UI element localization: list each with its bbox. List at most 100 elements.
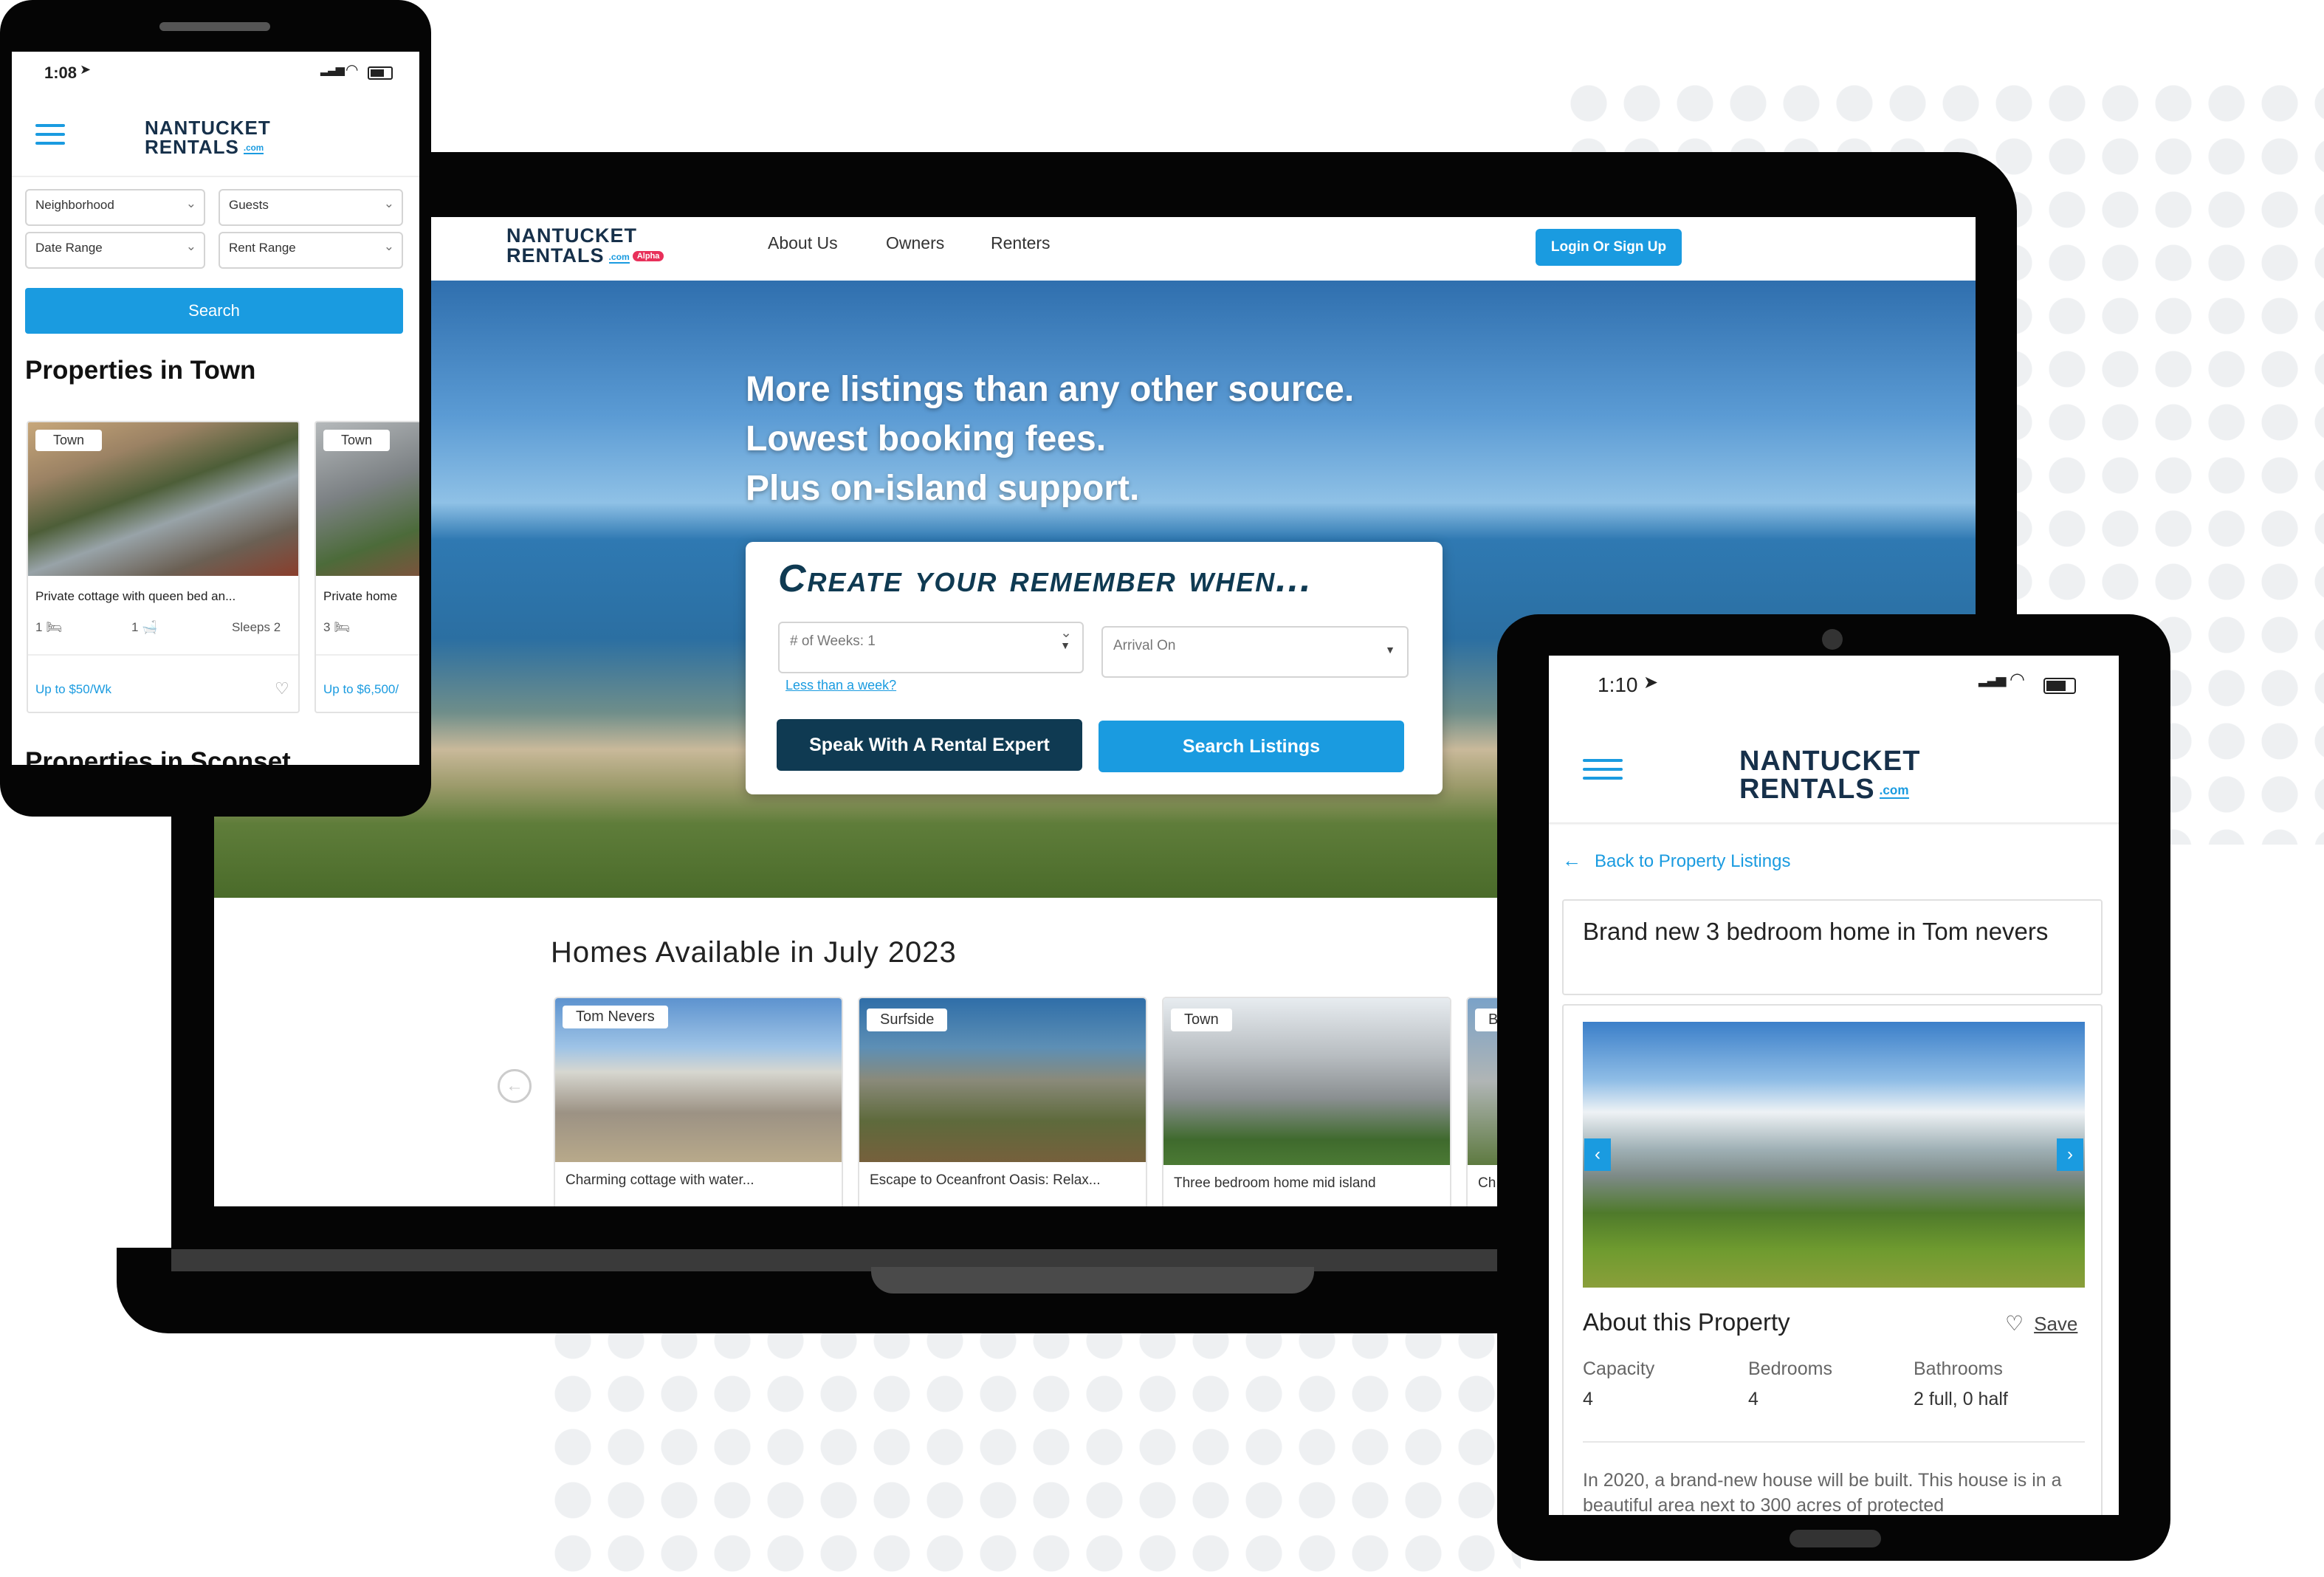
tablet-camera [1822, 629, 1843, 650]
home-card[interactable]: Tom Nevers Charming cottage with water..… [554, 997, 843, 1206]
speak-expert-button[interactable]: Speak With A Rental Expert [777, 719, 1082, 771]
tablet-logo: NANTUCKET RENTALS .com [1739, 747, 1920, 803]
hero-line1: More listings than any other source. [746, 370, 1355, 409]
weeks-select[interactable]: # of Weeks: 1 ▼ [778, 622, 1084, 673]
property-title: Brand new 3 bedroom home in Tom nevers [1583, 918, 2049, 945]
location-arrow-icon: ➤ [1643, 673, 1659, 693]
beds-count: 3 🛏 [323, 620, 350, 635]
date-range-select[interactable]: Date Range ⌄ [25, 232, 205, 269]
property-description: In 2020, a brand-new house will be built… [1583, 1470, 2062, 1515]
stat-label: Bathrooms [1914, 1358, 2003, 1379]
hero-line2: Lowest booking fees. [746, 419, 1107, 458]
bed-icon: 🛏 [334, 620, 350, 634]
beds-count: 1 🛏 [35, 620, 62, 635]
phone-search-button[interactable]: Search [25, 288, 403, 334]
beds-value: 1 [35, 620, 43, 634]
wifi-icon: ◠ [345, 62, 359, 78]
guests-label: Guests [229, 198, 269, 212]
property-title: Private cottage with queen bed an... [35, 589, 236, 603]
phone-time: 1:08 [44, 63, 78, 82]
logo-line2: RENTALS [1739, 774, 1875, 805]
login-button[interactable]: Login Or Sign Up [1536, 229, 1682, 266]
battery-icon [368, 66, 393, 80]
price: Up to $50/Wk [35, 682, 111, 696]
nav-renters[interactable]: Renters [991, 233, 1051, 253]
less-than-week-link[interactable]: Less than a week? [785, 678, 896, 693]
date-range-label: Date Range [35, 241, 103, 255]
caret-down-icon: ▼ [1060, 639, 1070, 651]
property-card[interactable]: Town Private cottage with queen bed an..… [27, 421, 300, 713]
logo-com: .com [1879, 783, 1909, 800]
arrival-select[interactable]: Arrival On ▼ [1101, 626, 1409, 678]
stat-value: 4 [1583, 1389, 1593, 1409]
bath-icon: 🛁 [142, 620, 158, 634]
neighborhood-select[interactable]: Neighborhood ⌄ [25, 189, 205, 226]
phone-speaker [159, 22, 270, 31]
home-tag: Surfside [867, 1009, 948, 1031]
home-card[interactable]: Town Three bedroom home mid island [1162, 997, 1451, 1206]
price: Up to $6,500/ [323, 682, 399, 696]
search-listings-button[interactable]: Search Listings [1099, 721, 1404, 772]
back-link[interactable]: ← Back to Property Listings [1562, 849, 1790, 872]
chevron-down-icon: ⌄ [383, 239, 394, 253]
logo-line2: RENTALS [506, 244, 605, 267]
property-card[interactable]: Town Private home 3 🛏 Up to $6,500/ [314, 421, 419, 713]
logo-line2-row: RENTALS .com [145, 137, 271, 157]
stat-bathrooms: Bathrooms 2 full, 0 half [1914, 1358, 2008, 1410]
chevron-right-icon[interactable]: › [2057, 1138, 2083, 1171]
chevron-left-icon[interactable]: ← [498, 1069, 532, 1103]
logo-line1: NANTUCKET [145, 117, 271, 139]
phone-screen: 1:08 ➤ ▂▃▅ ◠ NANTUCKET RENTALS .com Neigh… [12, 52, 419, 765]
location-arrow-icon: ➤ [80, 62, 92, 77]
home-title: Escape to Oceanfront Oasis: Relax... [870, 1172, 1101, 1188]
stat-capacity: Capacity 4 [1583, 1358, 1654, 1410]
chevron-left-icon[interactable]: ‹ [1584, 1138, 1611, 1171]
search-box: Create your remember when... # of Weeks:… [746, 542, 1443, 794]
beds-value: 3 [323, 620, 331, 634]
home-title: Ch [1478, 1175, 1496, 1191]
nav-owners[interactable]: Owners [886, 233, 944, 253]
hero-heading: More listings than any other source. Low… [746, 365, 1354, 513]
homes-heading: Homes Available in July 2023 [551, 936, 957, 969]
save-button[interactable]: ♡ Save [2005, 1311, 2077, 1336]
home-card[interactable]: Surfside Escape to Oceanfront Oasis: Rel… [858, 997, 1147, 1206]
stat-label: Bedrooms [1748, 1358, 1832, 1379]
home-tag: Tom Nevers [563, 1006, 668, 1028]
guests-select[interactable]: Guests ⌄ [219, 189, 403, 226]
hamburger-menu-icon[interactable] [35, 124, 65, 151]
sleeps-count: Sleeps 2 [232, 620, 281, 634]
title-card: Brand new 3 bedroom home in Tom nevers [1562, 899, 2103, 995]
laptop-header: NANTUCKET RENTALS .com Alpha About Us Owne… [214, 217, 1976, 281]
baths-value: 1 [131, 620, 139, 634]
caret-down-icon: ▼ [1385, 644, 1395, 656]
property-title: Private home [323, 589, 398, 603]
hamburger-menu-icon[interactable] [1583, 759, 1623, 786]
laptop-notch [871, 1267, 1314, 1293]
tablet-time: 1:10 [1598, 673, 1638, 696]
battery-icon [2043, 678, 2076, 694]
property-tag: Town [323, 430, 391, 451]
logo-com: .com [608, 251, 630, 264]
tablet-home-bar [1790, 1530, 1881, 1547]
card-divider [316, 654, 419, 656]
detail-card: ‹ › About this Property ♡ Save Capacity 4… [1562, 1004, 2103, 1515]
nav-about[interactable]: About Us [768, 233, 838, 253]
phone-header-divider [12, 176, 419, 177]
rent-range-select[interactable]: Rent Range ⌄ [219, 232, 403, 269]
bed-icon: 🛏 [46, 620, 62, 634]
property-photo [1583, 1022, 2085, 1288]
home-title: Three bedroom home mid island [1174, 1175, 1376, 1191]
search-box-title: Create your remember when... [778, 557, 1313, 600]
logo-line1: NANTUCKET [1739, 746, 1921, 777]
arrival-placeholder: Arrival On [1113, 638, 1176, 653]
logo-line2-row: RENTALS .com Alpha [506, 246, 664, 266]
tablet-screen: 1:10 ➤ ▂▃▅ ◠ NANTUCKET RENTALS .com ← Back… [1549, 656, 2119, 1515]
hero-line3: Plus on-island support. [746, 469, 1140, 508]
neighborhood-label: Neighborhood [35, 198, 114, 212]
heart-icon[interactable]: ♡ [275, 679, 289, 698]
chevron-down-icon: ⌄ [185, 196, 196, 210]
card-divider [28, 654, 298, 656]
about-title: About this Property [1583, 1308, 1790, 1336]
stat-value: 2 full, 0 half [1914, 1389, 2008, 1409]
rent-range-label: Rent Range [229, 241, 296, 255]
